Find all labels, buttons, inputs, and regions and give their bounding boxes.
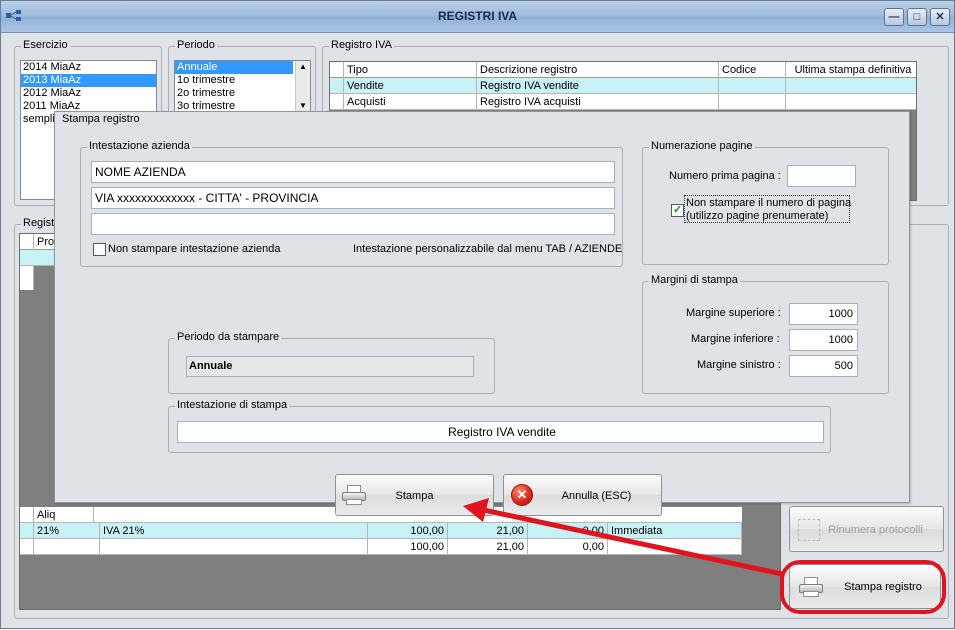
periodo-scrollbar[interactable]: ▲ ▼ (295, 61, 310, 114)
numerazione-pagine-label: Numerazione pagine (649, 140, 755, 152)
margine-sinistro-label: Margine sinistro : (697, 359, 781, 371)
periodo-stampare-label: Periodo da stampare (175, 331, 282, 343)
periodo-label: Periodo (175, 39, 217, 51)
intestazione-stampa-label: Intestazione di stampa (175, 399, 290, 411)
col-aliquota[interactable]: Aliq (34, 507, 94, 523)
list-item[interactable]: 2013 MiaAz (21, 74, 156, 87)
list-item[interactable]: 2o trimestre (175, 87, 310, 100)
periodo-list[interactable]: Annuale 1o trimestre 2o trimestre 3o tri… (174, 60, 311, 115)
list-item[interactable]: 2012 MiaAz (21, 87, 156, 100)
stampa-registro-button[interactable]: Stampa registro (789, 564, 941, 609)
grid-header: Tipo Descrizione registro Codice Ultima … (330, 62, 916, 78)
table-row[interactable]: Acquisti Registro IVA acquisti (330, 94, 916, 110)
numerazione-pagine-group: Numerazione pagine Numero prima pagina :… (642, 140, 889, 265)
annulla-button[interactable]: ✕ Annulla (ESC) (503, 474, 662, 516)
stampa-button[interactable]: Stampa (335, 474, 494, 516)
registro-iva-label: Registro IVA (329, 39, 394, 51)
totali-row: 100,00 21,00 0,00 (20, 539, 742, 555)
azienda-riga2-input[interactable]: VIA xxxxxxxxxxxxx - CITTA' - PROVINCIA (91, 187, 615, 209)
non-stampare-intestazione-label: Non stampare intestazione azienda (108, 243, 281, 255)
non-stampare-intestazione-checkbox[interactable] (93, 243, 106, 256)
list-item[interactable]: 1o trimestre (175, 74, 310, 87)
list-item[interactable]: Annuale (175, 61, 293, 74)
intestazione-azienda-label: Intestazione azienda (87, 140, 192, 152)
col-descrizione[interactable]: Descrizione registro (477, 62, 719, 78)
margini-stampa-group: Margini di stampa Margine superiore : 10… (642, 274, 889, 394)
numero-prima-pagina-label: Numero prima pagina : (669, 170, 781, 182)
main-window: REGISTRI IVA — □ ✕ Esercizio 2014 MiaAz … (0, 0, 955, 629)
table-row[interactable]: 21% IVA 21% 100,00 21,00 0,00 Immediata (20, 523, 742, 539)
intestazione-stampa-input[interactable]: Registro IVA vendite (177, 421, 824, 443)
periodo-stampare-value: Annuale (186, 356, 474, 377)
scroll-up-icon[interactable]: ▲ (299, 62, 307, 71)
margine-inferiore-label: Margine inferiore : (691, 333, 780, 345)
non-stampare-numero-checkbox[interactable] (671, 203, 684, 217)
azienda-riga1-input[interactable]: NOME AZIENDA (91, 161, 615, 183)
scroll-down-icon[interactable]: ▼ (299, 101, 307, 110)
close-icon: ✕ (935, 11, 945, 23)
minimize-icon: — (888, 11, 900, 23)
non-stampare-numero-label: Non stampare il numero di pagina (686, 197, 852, 209)
esercizio-label: Esercizio (21, 39, 70, 51)
margine-superiore-input[interactable]: 1000 (789, 303, 858, 325)
periodo-stampare-group: Periodo da stampare Annuale (168, 331, 495, 394)
col-tipo[interactable]: Tipo (344, 62, 477, 78)
rinumera-protocolli-button[interactable]: Rinumera protocolli (789, 506, 944, 552)
margine-sinistro-input[interactable]: 500 (789, 355, 858, 377)
numero-prima-pagina-input[interactable] (787, 165, 856, 187)
maximize-button[interactable]: □ (907, 8, 927, 26)
title-bar: REGISTRI IVA — □ ✕ (1, 1, 954, 33)
col-codice[interactable]: Codice (719, 62, 786, 78)
col-ultima-stampa[interactable]: Ultima stampa definitiva (786, 62, 916, 78)
intestazione-nota: Intestazione personalizzabile dal menu T… (353, 243, 623, 255)
window-title: REGISTRI IVA (437, 9, 518, 23)
intestazione-stampa-group: Intestazione di stampa Registro IVA vend… (168, 399, 831, 453)
azienda-riga3-input[interactable] (91, 213, 615, 235)
intestazione-azienda-group: Intestazione azienda NOME AZIENDA VIA xx… (80, 140, 623, 267)
maximize-icon: □ (913, 11, 921, 23)
margine-superiore-label: Margine superiore : (686, 307, 781, 319)
non-stampare-numero-sublabel: (utilizzo pagine prenumerate) (686, 210, 829, 222)
stampa-registro-dialog: Stampa registro Intestazione azienda NOM… (54, 111, 910, 516)
margini-stampa-label: Margini di stampa (649, 274, 740, 286)
margine-inferiore-input[interactable]: 1000 (789, 329, 858, 351)
registrazioni-label: Regist (21, 217, 57, 229)
list-item[interactable]: 2014 MiaAz (21, 61, 156, 74)
dialog-title: Stampa registro (62, 113, 140, 125)
table-row[interactable]: Vendite Registro IVA vendite (330, 78, 916, 94)
minimize-button[interactable]: — (884, 8, 904, 26)
close-button[interactable]: ✕ (930, 8, 950, 26)
